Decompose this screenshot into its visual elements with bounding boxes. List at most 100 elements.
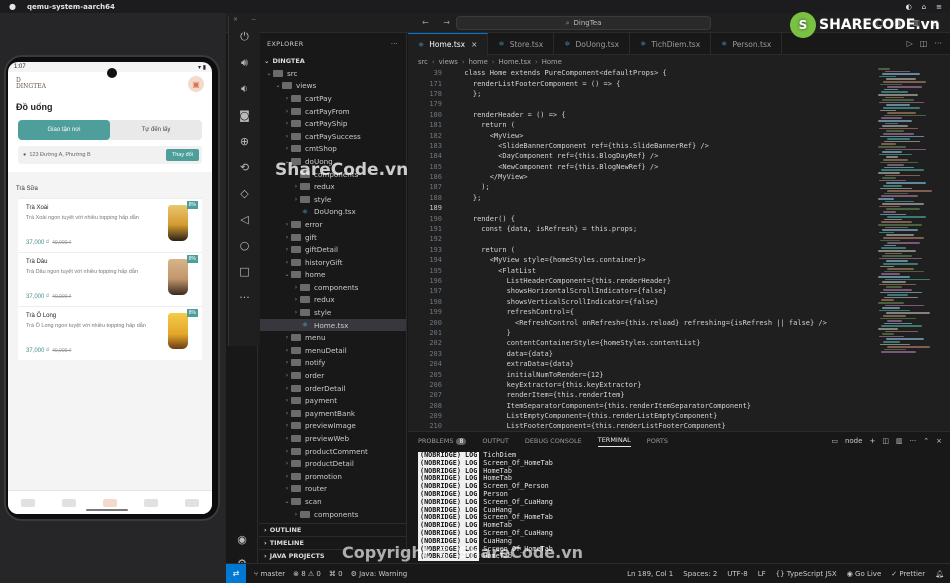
tree-folder[interactable]: › orderDetail — [259, 382, 406, 395]
cart-icon[interactable]: ▣ — [188, 76, 204, 92]
tab-output[interactable]: OUTPUT — [482, 437, 509, 445]
close-panel-icon[interactable]: × — [936, 437, 942, 445]
close-tab-icon[interactable]: × — [471, 40, 477, 49]
split-terminal-icon[interactable]: ◫ — [882, 437, 889, 445]
maximize-panel-icon[interactable]: ⌃ — [923, 437, 929, 445]
tree-folder[interactable]: › previewWeb — [259, 432, 406, 445]
tab-debug-console[interactable]: DEBUG CONSOLE — [525, 437, 582, 445]
tree-folder[interactable]: › redux — [259, 294, 406, 307]
apple-icon[interactable]: ● — [8, 2, 17, 11]
tab-delivery[interactable]: Giao tận nơi — [18, 120, 110, 140]
nav-arrows[interactable]: ← → — [422, 18, 456, 27]
problems-status[interactable]: ⊗ 8 ⚠ 0 — [293, 570, 321, 578]
new-terminal-icon[interactable]: + — [869, 437, 875, 445]
code-editor[interactable]: 39 class Home extends PureComponent<defa… — [408, 68, 868, 431]
tab-person-tsx[interactable]: ⚛ Person.tsx — [711, 33, 783, 55]
tree-folder[interactable]: › cartPay — [259, 92, 406, 105]
tree-file[interactable]: ⚛ Home.tsx — [259, 318, 406, 332]
language-mode[interactable]: {} TypeScript JSX — [776, 570, 837, 578]
tab-ports[interactable]: PORTS — [647, 437, 668, 445]
tree-folder[interactable]: › notify — [259, 357, 406, 370]
more-icon[interactable]: ··· — [910, 437, 917, 445]
trash-icon[interactable]: ▥ — [896, 437, 903, 445]
tree-folder[interactable]: › productDetail — [259, 457, 406, 470]
tab-pickup[interactable]: Tự đến lấy — [110, 120, 202, 140]
indentation[interactable]: Spaces: 2 — [683, 570, 717, 578]
notifications-bell-icon[interactable]: 🔔︎ — [935, 570, 944, 578]
tree-folder[interactable]: › menu — [259, 331, 406, 344]
home-icon[interactable]: ○ — [229, 232, 260, 258]
tree-folder[interactable]: ⌄ src — [259, 67, 406, 80]
back-icon[interactable]: ◁ — [229, 206, 260, 232]
tab-terminal[interactable]: TERMINAL — [597, 436, 631, 447]
go-live[interactable]: ◉ Go Live — [847, 570, 882, 578]
outline-section[interactable]: › OUTLINE — [259, 523, 406, 536]
tree-folder[interactable]: › cmtShop — [259, 143, 406, 156]
tab-douong-tsx[interactable]: ⚛ DoUong.tsx — [554, 33, 631, 55]
tree-folder[interactable]: › redux — [259, 180, 406, 193]
tree-folder[interactable]: › productComment — [259, 445, 406, 458]
more-actions-icon[interactable]: ··· — [391, 40, 398, 48]
tree-folder[interactable]: › previewImage — [259, 420, 406, 433]
ports-status[interactable]: ⌘ 0 — [329, 570, 343, 578]
tree-folder[interactable]: ⌄ scan — [259, 495, 406, 508]
change-address-button[interactable]: Thay đổi — [165, 149, 199, 161]
tree-folder[interactable]: › paymentBank — [259, 407, 406, 420]
tree-folder[interactable]: › menuDetail — [259, 344, 406, 357]
app-name[interactable]: qemu-system-aarch64 — [27, 3, 115, 11]
project-root[interactable]: ⌄ DINGTEA — [259, 55, 406, 67]
tree-folder[interactable]: › historyGift — [259, 256, 406, 269]
breadcrumb-src[interactable]: src — [418, 58, 428, 66]
camera-icon[interactable]: ◙ — [229, 102, 260, 128]
overview-icon[interactable]: □ — [229, 258, 260, 284]
nav-home-icon[interactable] — [21, 498, 36, 507]
zoom-icon[interactable]: ⊕ — [229, 128, 260, 154]
tree-folder[interactable]: › gift — [259, 231, 406, 244]
breadcrumb-symbol[interactable]: Home — [542, 58, 562, 66]
breadcrumb-file[interactable]: Home.tsx — [499, 58, 531, 66]
tree-folder[interactable]: › giftDetail — [259, 243, 406, 256]
tab-problems[interactable]: PROBLEMS 8 — [418, 437, 467, 445]
remote-icon[interactable]: ⇄ — [226, 563, 246, 583]
command-center[interactable]: ⌕ DingTea — [456, 16, 711, 30]
nav-drinks-icon[interactable] — [102, 498, 117, 507]
git-branch[interactable]: ⑂ master — [254, 570, 285, 578]
address-bar[interactable]: ● 123 Đường A, Phường B Thay đổi — [18, 146, 202, 164]
nav-store-icon[interactable] — [143, 498, 158, 507]
tree-folder[interactable]: › style — [259, 193, 406, 206]
product-card[interactable]: Trà Ô Long Trà Ô Long ngon tuyệt với nhi… — [18, 306, 202, 360]
line-endings[interactable]: LF — [758, 570, 766, 578]
prettier[interactable]: ✓ Prettier — [891, 570, 925, 578]
tree-folder[interactable]: › router — [259, 483, 406, 496]
volume-up-icon[interactable]: 🔊︎ — [229, 50, 260, 76]
power-icon[interactable]: ⏻ — [229, 24, 260, 50]
tree-file[interactable]: ⚛ DoUong.tsx — [259, 206, 406, 219]
volume-down-icon[interactable]: 🔉︎ — [229, 76, 260, 102]
tree-folder[interactable]: › error — [259, 218, 406, 231]
breadcrumb-views[interactable]: views — [439, 58, 458, 66]
breadcrumb-home[interactable]: home — [469, 58, 488, 66]
tab-tichdiem-tsx[interactable]: ⚛ TichDiem.tsx — [630, 33, 712, 55]
minimap[interactable] — [878, 68, 938, 368]
tree-folder[interactable]: ⌄ home — [259, 269, 406, 282]
tree-folder[interactable]: ⌄ views — [259, 80, 406, 93]
tree-folder[interactable]: › cartPayShip — [259, 117, 406, 130]
tree-folder[interactable]: › order — [259, 369, 406, 382]
nav-person-icon[interactable] — [184, 498, 199, 507]
terminal-shell-name[interactable]: node — [845, 437, 862, 445]
encoding[interactable]: UTF-8 — [727, 570, 747, 578]
tree-folder[interactable]: › components — [259, 281, 406, 294]
tree-folder[interactable]: › promotion — [259, 470, 406, 483]
tab-store-tsx[interactable]: ⚛ Store.tsx — [488, 33, 555, 55]
tree-folder[interactable]: › payment — [259, 394, 406, 407]
nav-points-icon[interactable] — [62, 498, 77, 507]
tree-folder[interactable]: › components — [259, 508, 406, 521]
tag-icon[interactable]: ◇ — [229, 180, 260, 206]
product-card[interactable]: Trà Dâu Trà Dâu ngon tuyệt với nhiều top… — [18, 252, 202, 306]
rotate-icon[interactable]: ⟲ — [229, 154, 260, 180]
tab-home-tsx[interactable]: ⚛ Home.tsx × — [408, 33, 489, 55]
account-icon[interactable]: ◉ — [226, 533, 258, 546]
tree-folder[interactable]: › style — [259, 306, 406, 319]
more-icon[interactable]: ··· — [229, 284, 260, 310]
cursor-position[interactable]: Ln 189, Col 1 — [627, 570, 673, 578]
